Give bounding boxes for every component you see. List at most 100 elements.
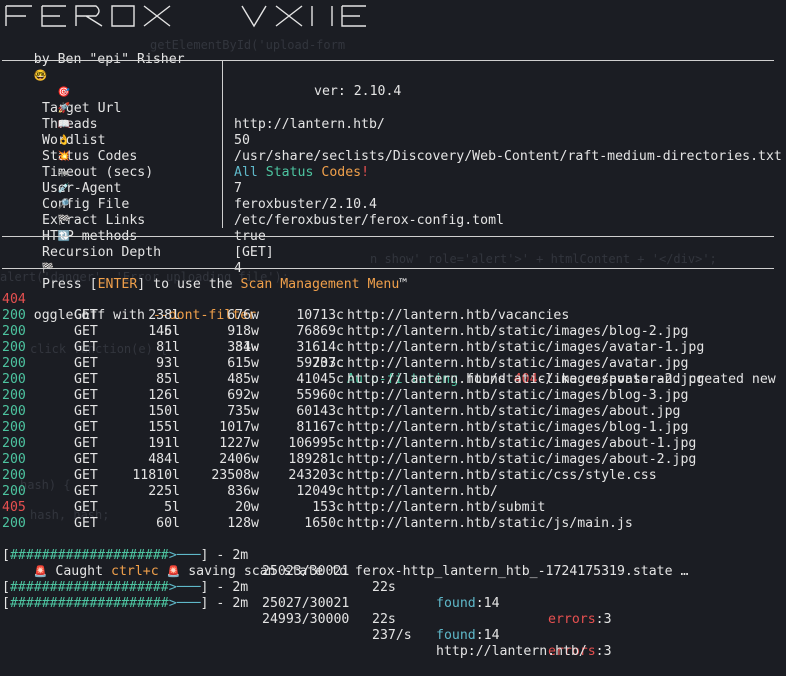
feroxbuster-ascii-logo	[2, 0, 786, 36]
result-row: 200 GET 126l 692w 55960c http://lantern.htb/s…	[2, 388, 786, 404]
http-method: GET	[74, 516, 98, 531]
progress-row: [####################>───] - 2m 25023/30…	[2, 532, 786, 627]
request-count: 25027/30021	[262, 596, 350, 611]
result-url[interactable]: http://lantern.htb/static/images/avatar-…	[347, 372, 704, 388]
word-count: 918w	[227, 324, 259, 339]
result-row: 200 GET 93l 615w 59733c http://lantern.htb/st…	[2, 356, 786, 372]
config-row-target-url: 🎯 Target Url http://lantern.htb/	[2, 68, 786, 132]
progress-bar: [####################>───] - 2m	[2, 596, 248, 612]
line-count: 93l	[156, 356, 180, 371]
word-count: 1017w	[219, 420, 259, 435]
config-row-status-codes: 👌 Status Codes All Status Codes!	[2, 116, 786, 180]
result-url[interactable]: http://lantern.htb/static/images/blog-3.…	[347, 388, 688, 404]
found-value: :14	[475, 596, 500, 611]
bar-close: ]	[200, 596, 209, 611]
bar-arrow: >───	[168, 596, 201, 611]
line-count: 5l	[164, 500, 180, 515]
line-count: 155l	[148, 420, 180, 435]
line-count: 225l	[148, 484, 180, 499]
autofilter-wrap-row: oggle off with --dont-filter	[2, 292, 786, 323]
config-table: 🎯 Target Url http://lantern.htb/ 🚀 Threa…	[2, 60, 786, 276]
menu-bottom-divider	[2, 260, 786, 276]
config-row-http-methods: 🏁 HTTP methods [GET]	[2, 196, 786, 260]
char-count: 81167c	[296, 420, 344, 435]
result-url[interactable]: http://lantern.htb/static/images/about-1…	[347, 436, 696, 452]
bar-dash: -	[216, 596, 225, 611]
word-count: 128w	[227, 516, 259, 531]
elapsed-time: 2m	[232, 596, 249, 611]
config-bottom-divider	[2, 228, 786, 244]
autofilter-row: 404 GET 5l 31w 207c Auto-filtering found…	[2, 276, 786, 387]
char-count: 55960c	[296, 388, 344, 403]
word-count: 615w	[227, 356, 259, 371]
result-url[interactable]: http://lantern.htb/static/images/blog-2.…	[347, 324, 688, 340]
http-method: GET	[74, 340, 98, 355]
char-count: 41045c	[296, 372, 344, 387]
char-count: 243203c	[288, 468, 344, 483]
result-url[interactable]: http://lantern.htb/submit	[347, 500, 546, 516]
ascii-logo-art	[5, 5, 366, 28]
status-code: 200	[2, 356, 26, 371]
char-count: 31614c	[296, 340, 344, 355]
status-code: 200	[2, 340, 26, 355]
found-label: found	[436, 596, 476, 611]
status-code: 200	[2, 308, 26, 323]
result-url[interactable]: http://lantern.htb/static/images/about.j…	[347, 404, 680, 420]
result-url[interactable]: http://lantern.htb/static/images/blog-1.…	[347, 420, 688, 436]
line-count: 238l	[148, 308, 180, 323]
http-method: GET	[74, 388, 98, 403]
word-count: 836w	[227, 484, 259, 499]
http-method: GET	[74, 452, 98, 467]
config-top-divider	[2, 52, 786, 68]
status-code: 200	[2, 452, 26, 467]
word-count: 485w	[227, 372, 259, 387]
char-count: 1650c	[304, 516, 344, 531]
results-list: 200 GET 238l 676w 10713c http://lantern.htb/v…	[2, 308, 786, 532]
current-url: http://lantern.htb/	[436, 644, 587, 659]
line-count: 60l	[156, 516, 180, 531]
status-code: 200	[2, 420, 26, 435]
http-method: GET	[74, 484, 98, 499]
elapsed-seconds: 22s	[372, 612, 396, 627]
config-row-recursion-depth: 🔃 Recursion Depth 4	[2, 212, 786, 276]
result-row: 200 GET 191l 1227w 106995c http://lantern.htb…	[2, 436, 786, 452]
progress-row: [####################>───] - 2m 25027/30…	[2, 564, 786, 659]
line-count: 484l	[148, 452, 180, 467]
line-count: 150l	[148, 404, 180, 419]
result-url[interactable]: http://lantern.htb/static/images/avatar-…	[347, 340, 704, 356]
result-url[interactable]: http://lantern.htb/static/images/avatar.…	[347, 356, 688, 372]
banner-byline-row: by Ben "epi" Risher 🤓 ver: 2.10.4	[2, 36, 786, 99]
char-count: 189281c	[288, 452, 344, 467]
http-method: GET	[74, 356, 98, 371]
config-row-user-agent: 🦡 User-Agent feroxbuster/2.10.4	[2, 148, 786, 212]
result-row: 200 GET 85l 485w 41045c http://lantern.htb/st…	[2, 372, 786, 388]
press-enter-row: 🏁 Press [ENTER] to use the Scan Manageme…	[2, 244, 786, 292]
char-count: 153c	[312, 500, 344, 515]
result-row: 200 GET 146l 918w 76869c http://lantern.htb/s…	[2, 324, 786, 340]
errors-label: errors	[548, 612, 596, 627]
errors-value: :3	[595, 612, 612, 627]
result-row: 200 GET 81l 384w 31614c http://lantern.htb/st…	[2, 340, 786, 356]
result-url[interactable]: http://lantern.htb/	[347, 484, 498, 500]
result-url[interactable]: http://lantern.htb/vacancies	[347, 308, 569, 324]
result-url[interactable]: http://lantern.htb/static/js/main.js	[347, 516, 633, 532]
ctrl-c-row: 🚨 Caught ctrl+c 🚨 saving scan state to f…	[2, 548, 786, 579]
http-method: GET	[74, 308, 98, 323]
progress-row: [####################>───] - 2m 24993/30…	[2, 580, 786, 659]
char-count: 60143c	[296, 404, 344, 419]
word-count: 23508w	[211, 468, 259, 483]
line-count: 191l	[148, 436, 180, 451]
status-code: 200	[2, 372, 26, 387]
status-code: 200	[2, 324, 26, 339]
status-code: 200	[2, 436, 26, 451]
errors-value: :3	[595, 644, 612, 659]
result-row: 405 GET 5l 20w 153c http://lantern.htb/submit	[2, 500, 786, 516]
result-url[interactable]: http://lantern.htb/static/css/style.css	[347, 468, 657, 484]
found-count: found:14	[436, 628, 500, 644]
word-count: 20w	[235, 500, 259, 515]
request-rate: 237/s	[372, 628, 412, 643]
result-row: 200 GET 225l 836w 12049c http://lantern.htb/	[2, 484, 786, 500]
result-row: 200 GET 11810l 23508w 243203c http://lantern.…	[2, 468, 786, 484]
result-url[interactable]: http://lantern.htb/static/images/about-2…	[347, 452, 696, 468]
http-method: GET	[74, 324, 98, 339]
